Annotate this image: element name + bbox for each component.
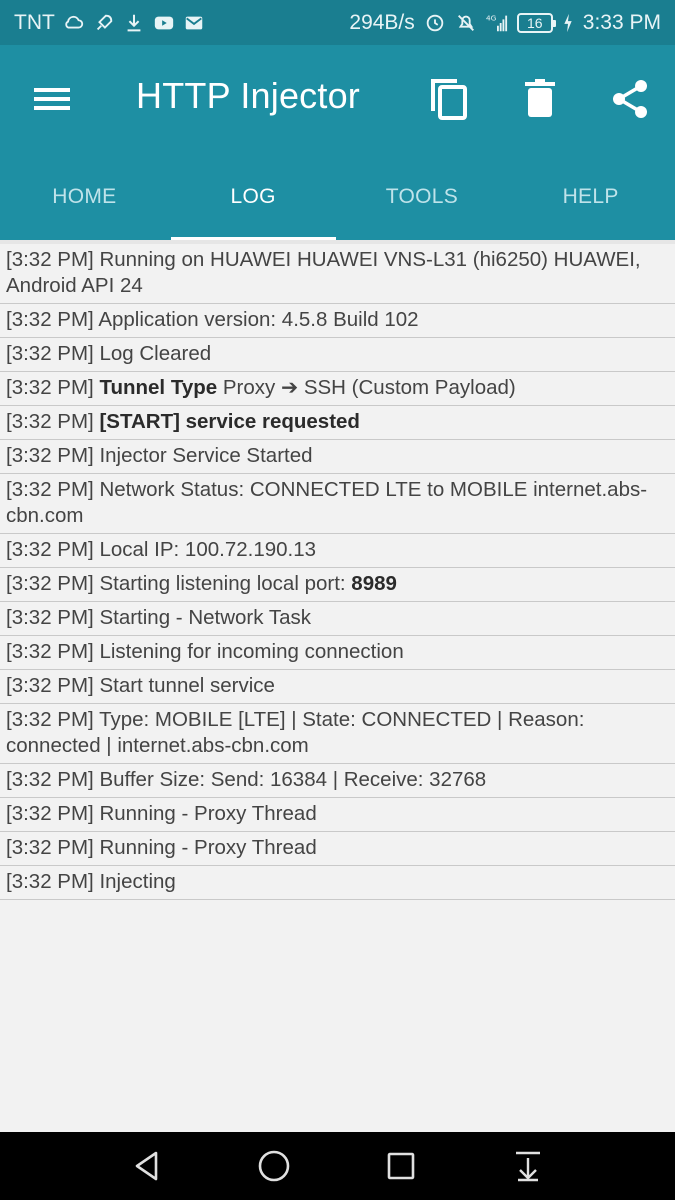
log-message: Application version: 4.5.8 Build 102 [98, 308, 419, 331]
tab-help[interactable]: HELP [506, 153, 675, 240]
youtube-icon [153, 12, 175, 34]
back-icon [135, 1151, 158, 1181]
log-entry: [3:32 PM] Tunnel Type Proxy ➔ SSH (Custo… [0, 372, 675, 406]
log-timestamp: [3:32 PM] [6, 640, 94, 663]
log-timestamp: [3:32 PM] [6, 870, 94, 893]
log-entry: [3:32 PM] [START] service requested [0, 406, 675, 440]
recents-button[interactable] [381, 1146, 421, 1186]
share-button[interactable] [606, 75, 654, 123]
log-entry: [3:32 PM] Starting listening local port:… [0, 568, 675, 602]
log-message: Local IP: 100.72.190.13 [99, 538, 317, 561]
tab-tools[interactable]: TOOLS [338, 153, 507, 240]
log-timestamp: [3:32 PM] [6, 836, 94, 859]
log-message-detail: Proxy ➔ SSH (Custom Payload) [222, 376, 516, 399]
log-entry: [3:32 PM] Local IP: 100.72.190.13 [0, 534, 675, 568]
log-entry: [3:32 PM] Application version: 4.5.8 Bui… [0, 304, 675, 338]
log-timestamp: [3:32 PM] [6, 802, 94, 825]
battery-level: 16 [526, 14, 543, 31]
log-list[interactable]: [3:32 PM] Running on HUAWEI HUAWEI VNS-L… [0, 240, 675, 1132]
log-message: Network Status: CONNECTED LTE to MOBILE … [6, 478, 648, 527]
log-entry: [3:32 PM] Network Status: CONNECTED LTE … [0, 474, 675, 534]
log-message: Running - Proxy Thread [99, 802, 317, 825]
home-icon [258, 1150, 290, 1182]
log-timestamp: [3:32 PM] [6, 674, 94, 697]
charging-icon [562, 12, 574, 34]
navigation-bar [0, 1132, 675, 1200]
clock: 3:33 PM [582, 10, 661, 34]
log-message: Running on HUAWEI HUAWEI VNS-L31 (hi6250… [6, 248, 641, 297]
log-entry: [3:32 PM] Injecting [0, 866, 675, 900]
cloud-sync-icon [63, 12, 85, 34]
log-timestamp: [3:32 PM] [6, 248, 94, 271]
log-message: Running - Proxy Thread [99, 836, 317, 859]
clear-log-button[interactable] [516, 75, 564, 123]
network-type-label: 4G [486, 13, 497, 22]
log-entry: [3:32 PM] Listening for incoming connect… [0, 636, 675, 670]
log-timestamp: [3:32 PM] [6, 308, 94, 331]
tab-home[interactable]: HOME [0, 153, 169, 240]
log-entry: [3:32 PM] Buffer Size: Send: 16384 | Rec… [0, 764, 675, 798]
log-timestamp: [3:32 PM] [6, 376, 94, 399]
log-entry: [3:32 PM] Type: MOBILE [LTE] | State: CO… [0, 704, 675, 764]
trash-icon [525, 79, 555, 117]
copy-button[interactable] [425, 75, 473, 123]
log-message: Injector Service Started [99, 444, 313, 467]
log-entry: [3:32 PM] Running - Proxy Thread [0, 832, 675, 866]
status-bar-left: TNT [14, 11, 205, 35]
recents-icon [387, 1152, 415, 1180]
log-entry: [3:32 PM] Injector Service Started [0, 440, 675, 474]
log-entry: [3:32 PM] Start tunnel service [0, 670, 675, 704]
status-bar: TNT 294B/s 4G 16 3:33 PM [0, 0, 675, 45]
tab-log[interactable]: LOG [169, 153, 338, 240]
log-timestamp: [3:32 PM] [6, 606, 94, 629]
log-timestamp: [3:32 PM] [6, 768, 94, 791]
menu-button[interactable] [30, 77, 74, 121]
log-message: Injecting [99, 870, 176, 893]
mail-icon [183, 12, 205, 34]
log-timestamp: [3:32 PM] [6, 478, 94, 501]
log-entry: [3:32 PM] Starting - Network Task [0, 602, 675, 636]
log-entry: [3:32 PM] Log Cleared [0, 338, 675, 372]
download-icon [123, 12, 145, 34]
log-entry: [3:32 PM] Running on HUAWEI HUAWEI VNS-L… [0, 244, 675, 304]
log-emphasis: [START] service requested [99, 410, 360, 433]
notification-pull-icon [516, 1151, 540, 1182]
log-timestamp: [3:32 PM] [6, 708, 94, 731]
log-timestamp: [3:32 PM] [6, 342, 94, 365]
log-emphasis: Tunnel Type [99, 376, 218, 399]
share-icon [613, 80, 647, 118]
log-timestamp: [3:32 PM] [6, 410, 94, 433]
carrier-label: TNT [14, 10, 55, 34]
copy-icon [431, 79, 467, 120]
log-emphasis: 8989 [351, 572, 397, 595]
tab-bar: HOME LOG TOOLS HELP [0, 153, 675, 240]
back-button[interactable] [127, 1146, 167, 1186]
mute-icon [455, 12, 477, 34]
log-message: Starting listening local port: [99, 572, 346, 595]
menu-icon [34, 88, 70, 110]
log-entry: [3:32 PM] Running - Proxy Thread [0, 798, 675, 832]
home-button[interactable] [254, 1146, 294, 1186]
app-toolbar: HTTP Injector [0, 45, 675, 153]
status-bar-right: 294B/s 4G 16 3:33 PM [349, 11, 661, 35]
log-timestamp: [3:32 PM] [6, 572, 94, 595]
log-timestamp: [3:32 PM] [6, 538, 94, 561]
log-timestamp: [3:32 PM] [6, 444, 94, 467]
rocket-icon [93, 12, 115, 34]
notification-pull-button[interactable] [508, 1146, 548, 1186]
data-saver-icon [424, 12, 446, 34]
log-message: Listening for incoming connection [99, 640, 404, 663]
log-message: Start tunnel service [99, 674, 275, 697]
log-message: Log Cleared [99, 342, 212, 365]
battery-icon: 16 [516, 12, 556, 33]
app-title: HTTP Injector [136, 75, 360, 116]
log-message: Starting - Network Task [99, 606, 311, 629]
signal-icon: 4G [486, 12, 508, 34]
network-speed: 294B/s [349, 10, 415, 34]
log-message: Buffer Size: Send: 16384 | Receive: 3276… [99, 768, 487, 791]
